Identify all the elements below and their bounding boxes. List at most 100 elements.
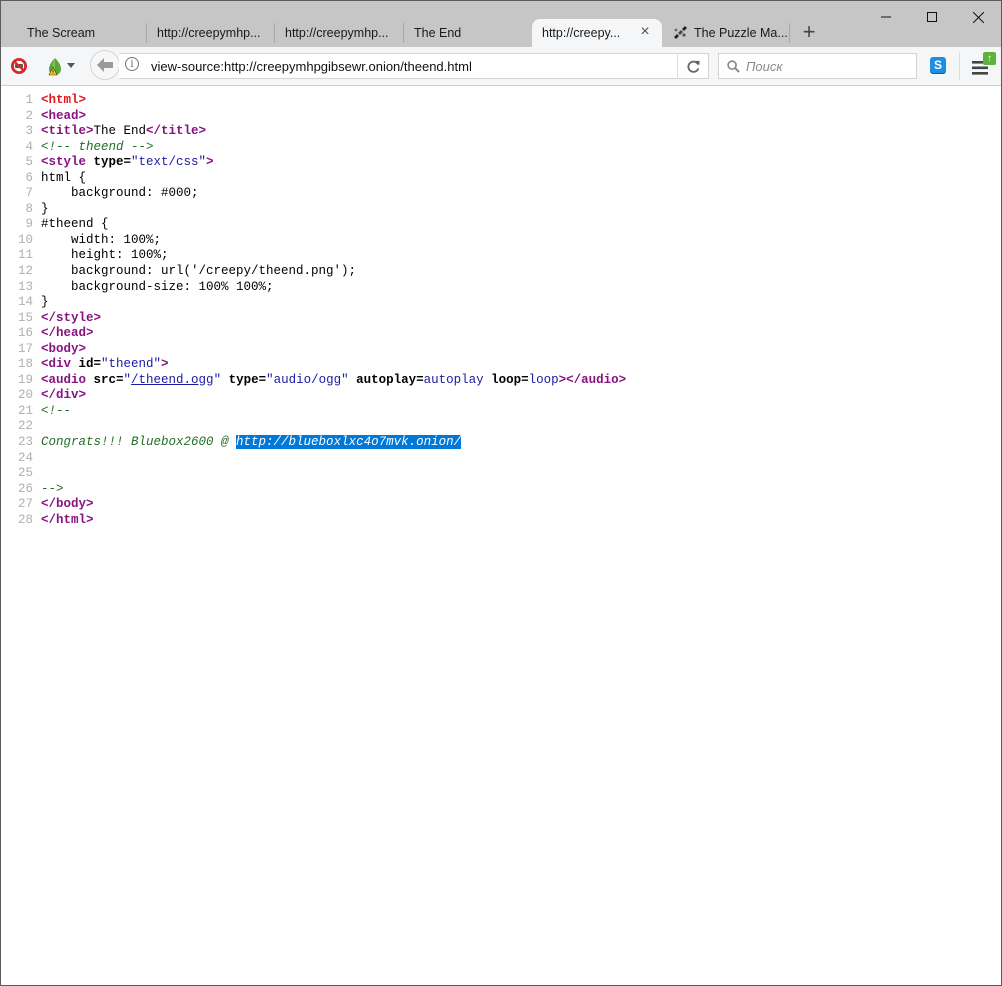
congrats-comment: Congrats!!! Bluebox2600 @ — [41, 435, 237, 450]
body-close-tag: </body> — [41, 497, 94, 512]
line-number: 7 — [25, 186, 33, 201]
css-text: height: 100%; — [41, 248, 169, 263]
source-line: 21 <!-- — [1, 404, 1001, 420]
source-line: 13 background-size: 100% 100%; — [1, 280, 1001, 296]
line-number: 11 — [17, 248, 33, 263]
tab-label: http://creepy... — [542, 26, 621, 40]
attr-quote: " — [213, 372, 222, 387]
maximize-button[interactable] — [909, 5, 955, 29]
tab-the-end[interactable]: The End — [404, 19, 532, 47]
source-line: 28 </html> — [1, 513, 1001, 529]
tor-button-icon[interactable] — [45, 56, 65, 76]
url-text[interactable]: view-source:http://creepymhpgibsewr.onio… — [119, 59, 472, 74]
tab-puzzle-master[interactable]: The Puzzle Ma... — [662, 19, 790, 47]
css-text: background: #000; — [41, 186, 199, 201]
attr-name: src= — [86, 372, 124, 387]
close-tab-icon[interactable]: × — [638, 24, 652, 40]
close-window-button[interactable] — [955, 5, 1001, 29]
back-button[interactable] — [90, 50, 120, 80]
line-number: 16 — [17, 326, 33, 341]
line-number: 25 — [17, 466, 33, 481]
css-text: } — [41, 201, 49, 216]
head-close-tag: </head> — [41, 326, 94, 341]
info-icon[interactable]: i — [125, 57, 139, 71]
audio-tag: <audio — [41, 372, 87, 387]
title-text: The End — [93, 124, 147, 139]
line-number: 6 — [25, 170, 33, 185]
div-close-tag: </div> — [41, 388, 87, 403]
attr-quote: " — [123, 372, 132, 387]
html-tag: <html> — [41, 93, 87, 107]
div-tag: <div — [41, 357, 72, 372]
source-line: 22 — [1, 419, 1001, 435]
line-number: 15 — [17, 310, 33, 325]
source-line: 5 <style type="text/css"> — [1, 155, 1001, 171]
source-line: 2 <head> — [1, 109, 1001, 125]
skype-extension-icon[interactable]: S — [930, 57, 946, 73]
close-icon — [972, 11, 984, 23]
tab-active-creepy[interactable]: http://creepy... × — [532, 19, 662, 47]
attr-value: "audio/ogg" — [266, 372, 349, 387]
line-number: 4 — [25, 139, 33, 154]
puzzle-favicon-icon — [674, 26, 687, 39]
line-number: 5 — [25, 155, 33, 170]
tab-creepymhp-1[interactable]: http://creepymhp... — [147, 19, 275, 47]
source-line: 14} — [1, 295, 1001, 311]
html-close-tag: </html> — [41, 512, 94, 527]
line-number: 9 — [25, 217, 33, 232]
line-number: 1 — [25, 93, 33, 107]
line-number: 17 — [17, 341, 33, 356]
minimize-button[interactable] — [863, 5, 909, 29]
tab-the-scream[interactable]: The Scream — [17, 19, 147, 47]
toolbar-separator — [959, 52, 960, 80]
source-line: 8} — [1, 202, 1001, 218]
url-bar[interactable]: view-source:http://creepymhpgibsewr.onio… — [119, 53, 709, 79]
attr-value: "text/css" — [131, 155, 207, 170]
reload-button[interactable] — [677, 53, 709, 79]
attr-name: id= — [71, 357, 102, 372]
line-number: 2 — [25, 108, 33, 123]
line-number: 12 — [17, 264, 33, 279]
noscript-icon[interactable] — [10, 57, 28, 75]
chevron-down-icon[interactable] — [67, 63, 75, 68]
navigation-toolbar: view-source:http://creepymhpgibsewr.onio… — [1, 47, 1001, 86]
line-number: 8 — [25, 201, 33, 216]
source-line: 23 Congrats!!! Bluebox2600 @ http://blueb… — [1, 435, 1001, 451]
source-line: 24 — [1, 451, 1001, 467]
search-input[interactable] — [746, 58, 906, 74]
line-number: 14 — [17, 295, 33, 310]
new-tab-button[interactable]: + — [797, 21, 821, 45]
tab-label: The End — [414, 26, 462, 40]
tab-creepymhp-2[interactable]: http://creepymhp... — [275, 19, 404, 47]
attr-name: type= — [86, 155, 132, 170]
source-line: 20 </div> — [1, 388, 1001, 404]
line-number: 28 — [17, 512, 33, 527]
tab-separator — [789, 23, 790, 43]
maximize-icon — [927, 12, 937, 22]
tab-label: The Scream — [27, 26, 96, 40]
audio-src-link[interactable]: /theend.ogg — [131, 373, 214, 387]
menu-button[interactable]: ↑ — [967, 51, 997, 81]
line-number: 18 — [17, 357, 33, 372]
source-line: 16 </head> — [1, 326, 1001, 342]
source-line: 19 <audio src="/theend.ogg" type="audio/o… — [1, 373, 1001, 389]
line-number: 23 — [17, 435, 33, 450]
attr-value: autoplay — [423, 372, 484, 387]
line-number: 27 — [17, 497, 33, 512]
attr-value: "theend" — [101, 357, 162, 372]
source-line: 9 #theend { — [1, 217, 1001, 233]
body-tag: <body> — [41, 341, 87, 356]
style-tag: <style — [41, 155, 87, 170]
line-number: 10 — [17, 232, 33, 247]
attr-name: loop= — [483, 372, 529, 387]
tab-label: The Puzzle Ma... — [694, 26, 788, 40]
tag-end: > — [206, 155, 214, 170]
search-icon — [727, 59, 740, 73]
line-number: 3 — [25, 124, 33, 139]
line-number: 21 — [17, 403, 33, 418]
comment: <!-- theend --> — [41, 139, 154, 154]
attr-value: loop — [528, 372, 559, 387]
selected-onion-url[interactable]: http://blueboxlxc4o7mvk.onion/ — [236, 435, 462, 450]
css-text: width: 100%; — [41, 232, 162, 247]
search-bar[interactable] — [718, 53, 917, 79]
